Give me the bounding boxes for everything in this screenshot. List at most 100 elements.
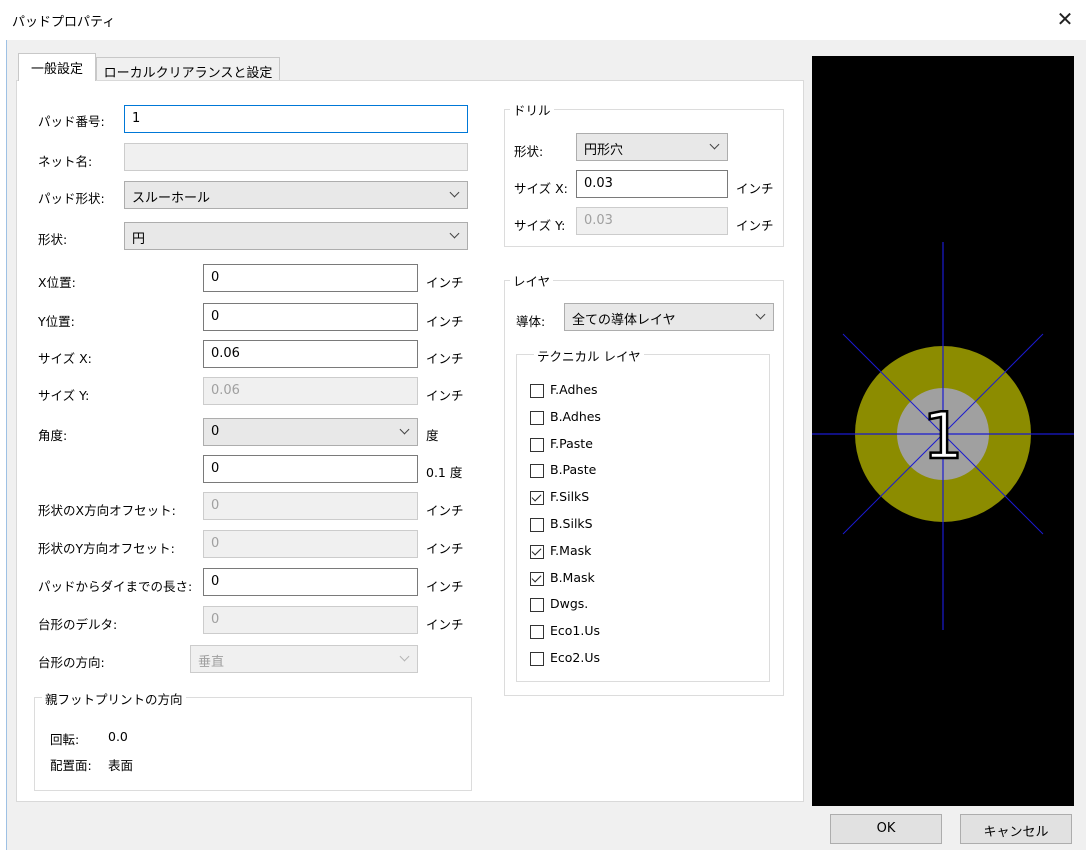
rotation-value: 0.0 [108, 729, 128, 744]
size-x-label: サイズ X: [38, 351, 92, 366]
drill-size-x-input[interactable]: 0.03 [576, 170, 728, 198]
pad-type-value: スルーホール [132, 191, 211, 206]
trapezoid-delta-input[interactable]: 0 [203, 606, 418, 634]
checkbox[interactable] [530, 464, 544, 479]
angle-tenth-input[interactable]: 0 [203, 455, 418, 483]
shape-label: 形状: [38, 232, 68, 247]
drill-shape-label: 形状: [514, 144, 544, 159]
layer-checkbox-row[interactable]: B.SilkS [530, 514, 640, 540]
unit-label: インチ [736, 181, 774, 196]
layer-checkbox-label: F.Adhes [550, 382, 598, 397]
net-name-label: ネット名: [38, 154, 93, 169]
check-icon [531, 545, 542, 556]
cancel-button[interactable]: キャンセル [960, 814, 1072, 844]
size-y-input[interactable]: 0.06 [203, 377, 418, 405]
drill-size-y-label: サイズ Y: [514, 218, 566, 233]
checkbox[interactable] [530, 571, 544, 586]
drill-shape-value: 円形穴 [584, 143, 624, 158]
technical-layer-list: F.Adhes B.Adhes F.Paste B.Paste F.SilkS B.Sil… [530, 380, 640, 680]
layer-checkbox-label: B.Mask [550, 569, 595, 585]
drill-size-x-label: サイズ X: [514, 181, 568, 196]
layer-checkbox-row[interactable]: Eco1.Us [530, 621, 640, 647]
layer-checkbox-row[interactable]: F.Adhes [530, 380, 640, 406]
drill-group-title: ドリル [510, 100, 554, 119]
pad-type-select[interactable]: スルーホール [124, 181, 468, 209]
pad-to-die-label: パッドからダイまでの長さ: [38, 579, 193, 594]
checkbox[interactable] [530, 544, 544, 559]
shape-offset-y-input[interactable]: 0 [203, 530, 418, 558]
pad-number-text: 1 [923, 400, 964, 474]
unit-label: インチ [426, 388, 464, 403]
close-icon[interactable]: ✕ [1050, 6, 1080, 32]
unit-label: インチ [426, 617, 464, 632]
pad-preview-svg: 1 [812, 242, 1074, 630]
layer-checkbox-label: Dwgs. [550, 596, 589, 612]
pad-to-die-input[interactable]: 0 [203, 568, 418, 596]
layer-checkbox-label: B.Paste [550, 462, 597, 478]
unit-label: インチ [426, 579, 464, 594]
layer-checkbox-row[interactable]: B.Adhes [530, 407, 640, 433]
checkbox[interactable] [530, 491, 544, 506]
checkbox[interactable] [530, 410, 544, 425]
checkbox[interactable] [530, 437, 544, 452]
checkbox[interactable] [530, 518, 544, 532]
net-name-input[interactable] [124, 143, 468, 171]
pad-type-label: パッド形状: [38, 191, 105, 206]
check-icon [531, 491, 542, 502]
x-position-input[interactable]: 0 [203, 264, 418, 292]
shape-offset-y-label: 形状のY方向オフセット: [38, 541, 175, 556]
shape-offset-x-label: 形状のX方向オフセット: [38, 503, 176, 518]
unit-label: インチ [426, 503, 464, 518]
checkbox[interactable] [530, 652, 544, 666]
checkbox[interactable] [530, 625, 544, 640]
layers-group-title: レイヤ [510, 271, 554, 290]
copper-layer-label: 導体: [516, 314, 546, 329]
technical-layers-title: テクニカル レイヤ [534, 346, 644, 365]
layer-checkbox-row[interactable]: Dwgs. [530, 594, 640, 620]
layer-checkbox-row[interactable]: Eco2.Us [530, 648, 640, 674]
shape-offset-x-input[interactable]: 0 [203, 492, 418, 520]
tab-general[interactable]: 一般設定 [18, 53, 96, 81]
unit-label: インチ [426, 541, 464, 556]
chevron-down-icon [757, 313, 765, 321]
layer-checkbox-row[interactable]: B.Paste [530, 460, 640, 486]
unit-label: インチ [736, 218, 774, 233]
layer-checkbox-row[interactable]: F.Mask [530, 541, 640, 567]
angle-value: 0 [211, 424, 220, 439]
title-bar: パッドプロパティ ✕ [0, 0, 1086, 40]
pad-number-input[interactable]: 1 [124, 105, 468, 133]
layer-checkbox-label: Eco1.Us [550, 623, 601, 639]
trapezoid-direction-select[interactable]: 垂直 [190, 645, 418, 673]
layer-checkbox-label: B.Adhes [550, 408, 601, 424]
drill-size-y-input[interactable]: 0.03 [576, 207, 728, 235]
layer-checkbox-label: Eco2.Us [550, 650, 601, 665]
pad-number-label: パッド番号: [38, 114, 105, 129]
layer-checkbox-row[interactable]: F.SilkS [530, 487, 640, 513]
window-title: パッドプロパティ [12, 15, 116, 30]
parent-orientation-title: 親フットプリントの方向 [42, 689, 186, 708]
check-icon [531, 572, 542, 583]
pad-shape-select[interactable]: 円 [124, 222, 468, 250]
unit-label: インチ [426, 275, 464, 290]
y-position-input[interactable]: 0 [203, 303, 418, 331]
drill-shape-select[interactable]: 円形穴 [576, 133, 728, 161]
trapezoid-direction-label: 台形の方向: [38, 655, 105, 670]
ok-button[interactable]: OK [830, 814, 942, 844]
checkbox[interactable] [530, 598, 544, 613]
layer-checkbox-row[interactable]: F.Paste [530, 434, 640, 460]
pad-preview-canvas: 1 [812, 56, 1074, 806]
chevron-down-icon [451, 232, 459, 240]
checkbox[interactable] [530, 384, 544, 398]
angle-unit-label: 度 [426, 428, 439, 443]
rotation-label: 回転: [50, 732, 80, 747]
tab-local-clearance[interactable]: ローカルクリアランスと設定 [96, 57, 280, 82]
size-x-input[interactable]: 0.06 [203, 340, 418, 368]
copper-layer-select[interactable]: 全ての導体レイヤ [564, 303, 774, 331]
chevron-down-icon [711, 143, 719, 151]
angle-select[interactable]: 0 [203, 418, 418, 446]
layer-checkbox-label: F.SilkS [550, 489, 590, 505]
layer-checkbox-row[interactable]: B.Mask [530, 568, 640, 594]
pad-shape-value: 円 [132, 232, 146, 247]
layer-checkbox-label: F.Mask [550, 542, 592, 558]
x-position-label: X位置: [38, 275, 76, 290]
